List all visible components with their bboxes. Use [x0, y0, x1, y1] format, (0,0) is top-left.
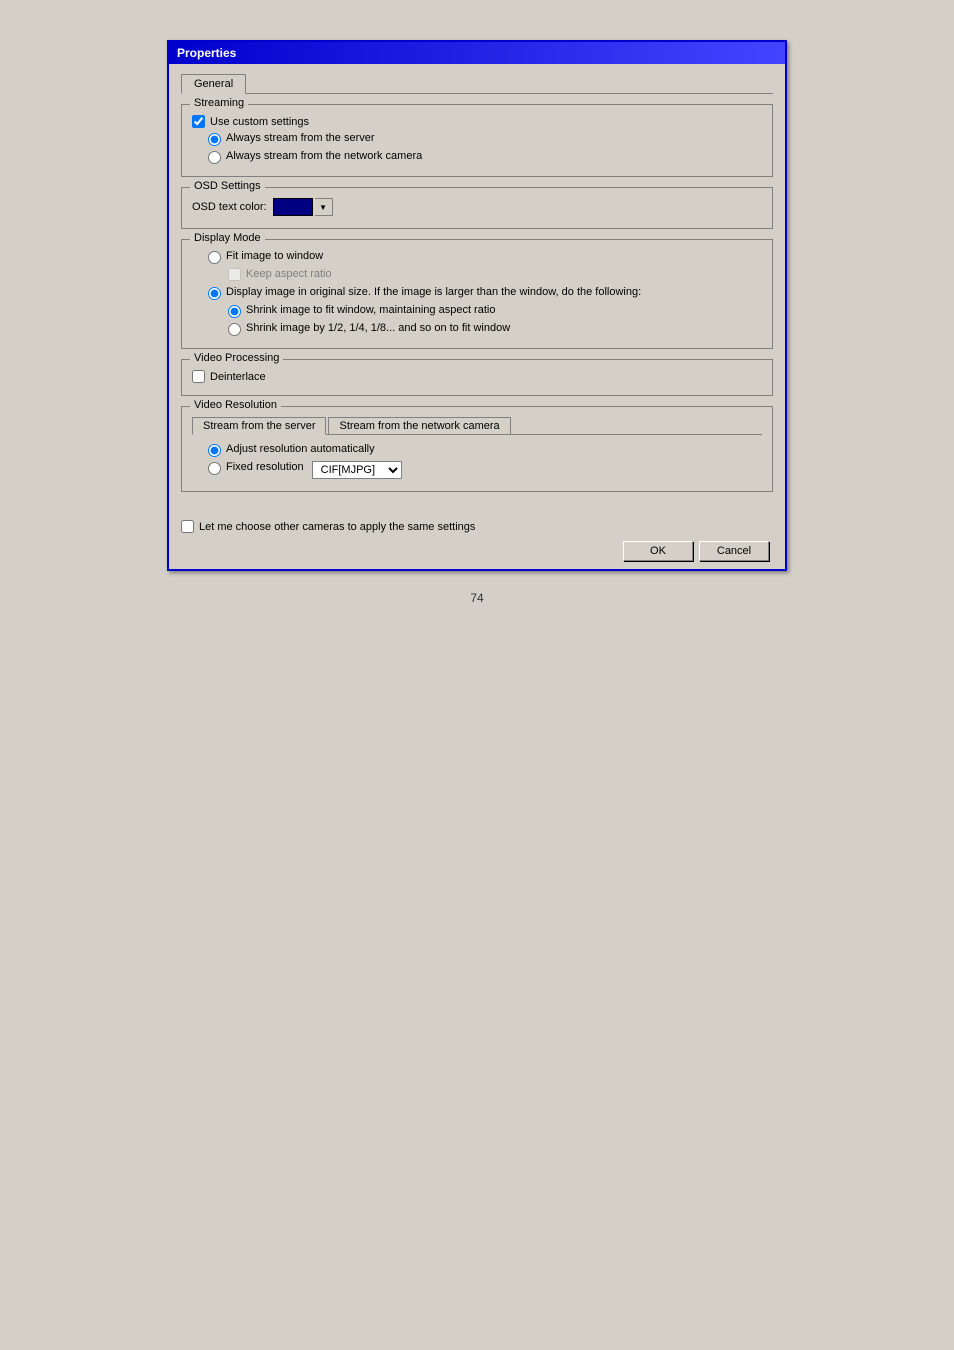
always-camera-radio[interactable] [208, 151, 221, 164]
use-custom-row: Use custom settings [192, 115, 762, 128]
always-server-radio[interactable] [208, 133, 221, 146]
shrink-half-row: Shrink image by 1/2, 1/4, 1/8... and so … [228, 322, 762, 336]
deinterlace-label: Deinterlace [210, 371, 266, 383]
ok-button[interactable]: OK [623, 541, 693, 561]
always-server-label: Always stream from the server [226, 132, 375, 144]
fixed-res-label: Fixed resolution [226, 461, 304, 473]
osd-group: OSD Settings OSD text color: ▼ [181, 187, 773, 229]
deinterlace-row: Deinterlace [192, 370, 762, 383]
video-processing-group-label: Video Processing [190, 352, 283, 364]
shrink-fit-row: Shrink image to fit window, maintaining … [228, 304, 762, 318]
tab-general[interactable]: General [181, 74, 246, 94]
osd-color-picker[interactable] [273, 198, 313, 216]
title-text: Properties [177, 46, 236, 60]
osd-content: OSD text color: ▼ [192, 198, 762, 216]
osd-text-color-label: OSD text color: [192, 201, 267, 213]
page-number: 74 [450, 571, 503, 625]
cancel-button[interactable]: Cancel [699, 541, 769, 561]
fit-image-row: Fit image to window [208, 250, 762, 264]
keep-aspect-row: Keep aspect ratio [228, 268, 762, 281]
let-me-choose-row: Let me choose other cameras to apply the… [181, 520, 773, 533]
display-mode-group: Display Mode Fit image to window Keep as… [181, 239, 773, 349]
video-resolution-group: Video Resolution Stream from the server … [181, 406, 773, 492]
display-original-radio[interactable] [208, 287, 221, 300]
shrink-fit-label: Shrink image to fit window, maintaining … [246, 304, 495, 316]
title-bar: Properties [169, 42, 785, 64]
display-original-row: Display image in original size. If the i… [208, 285, 762, 300]
video-resolution-group-label: Video Resolution [190, 399, 281, 411]
display-mode-group-label: Display Mode [190, 232, 265, 244]
shrink-fit-radio[interactable] [228, 305, 241, 318]
use-custom-checkbox[interactable] [192, 115, 205, 128]
adjust-auto-radio[interactable] [208, 444, 221, 457]
use-custom-label: Use custom settings [210, 116, 309, 128]
streaming-group-label: Streaming [190, 97, 248, 109]
tab-row: General [181, 74, 773, 94]
osd-group-label: OSD Settings [190, 180, 265, 192]
adjust-auto-row: Adjust resolution automatically [208, 443, 762, 457]
video-resolution-content: Stream from the server Stream from the n… [192, 417, 762, 479]
adjust-auto-label: Adjust resolution automatically [226, 443, 375, 455]
let-me-choose-checkbox[interactable] [181, 520, 194, 533]
footer-section: Let me choose other cameras to apply the… [169, 512, 785, 569]
shrink-half-label: Shrink image by 1/2, 1/4, 1/8... and so … [246, 322, 510, 334]
shrink-half-radio[interactable] [228, 323, 241, 336]
fit-image-radio[interactable] [208, 251, 221, 264]
always-camera-row: Always stream from the network camera [208, 150, 762, 164]
streaming-content: Use custom settings Always stream from t… [192, 115, 762, 164]
osd-text-color-row: OSD text color: ▼ [192, 198, 762, 216]
keep-aspect-label: Keep aspect ratio [246, 268, 332, 280]
dialog-body: General Streaming Use custom settings Al… [169, 64, 785, 512]
fixed-res-row: Fixed resolution CIF[MJPG] [208, 461, 762, 479]
streaming-group: Streaming Use custom settings Always str… [181, 104, 773, 177]
resolution-sub-tabs: Stream from the server Stream from the n… [192, 417, 762, 435]
always-server-row: Always stream from the server [208, 132, 762, 146]
fixed-res-radio[interactable] [208, 462, 221, 475]
button-row: OK Cancel [181, 541, 773, 561]
video-processing-group: Video Processing Deinterlace [181, 359, 773, 396]
fit-image-label: Fit image to window [226, 250, 323, 262]
resolution-dropdown[interactable]: CIF[MJPG] [312, 461, 402, 479]
properties-dialog: Properties General Streaming Use custom … [167, 40, 787, 571]
sub-tab-camera[interactable]: Stream from the network camera [328, 417, 510, 434]
osd-color-dropdown-btn[interactable]: ▼ [315, 198, 333, 216]
always-camera-label: Always stream from the network camera [226, 150, 422, 162]
keep-aspect-checkbox[interactable] [228, 268, 241, 281]
display-original-label: Display image in original size. If the i… [226, 285, 641, 300]
display-mode-content: Fit image to window Keep aspect ratio Di… [192, 250, 762, 336]
video-processing-content: Deinterlace [192, 370, 762, 383]
sub-tab-server[interactable]: Stream from the server [192, 417, 326, 435]
let-me-choose-label: Let me choose other cameras to apply the… [199, 521, 475, 533]
deinterlace-checkbox[interactable] [192, 370, 205, 383]
